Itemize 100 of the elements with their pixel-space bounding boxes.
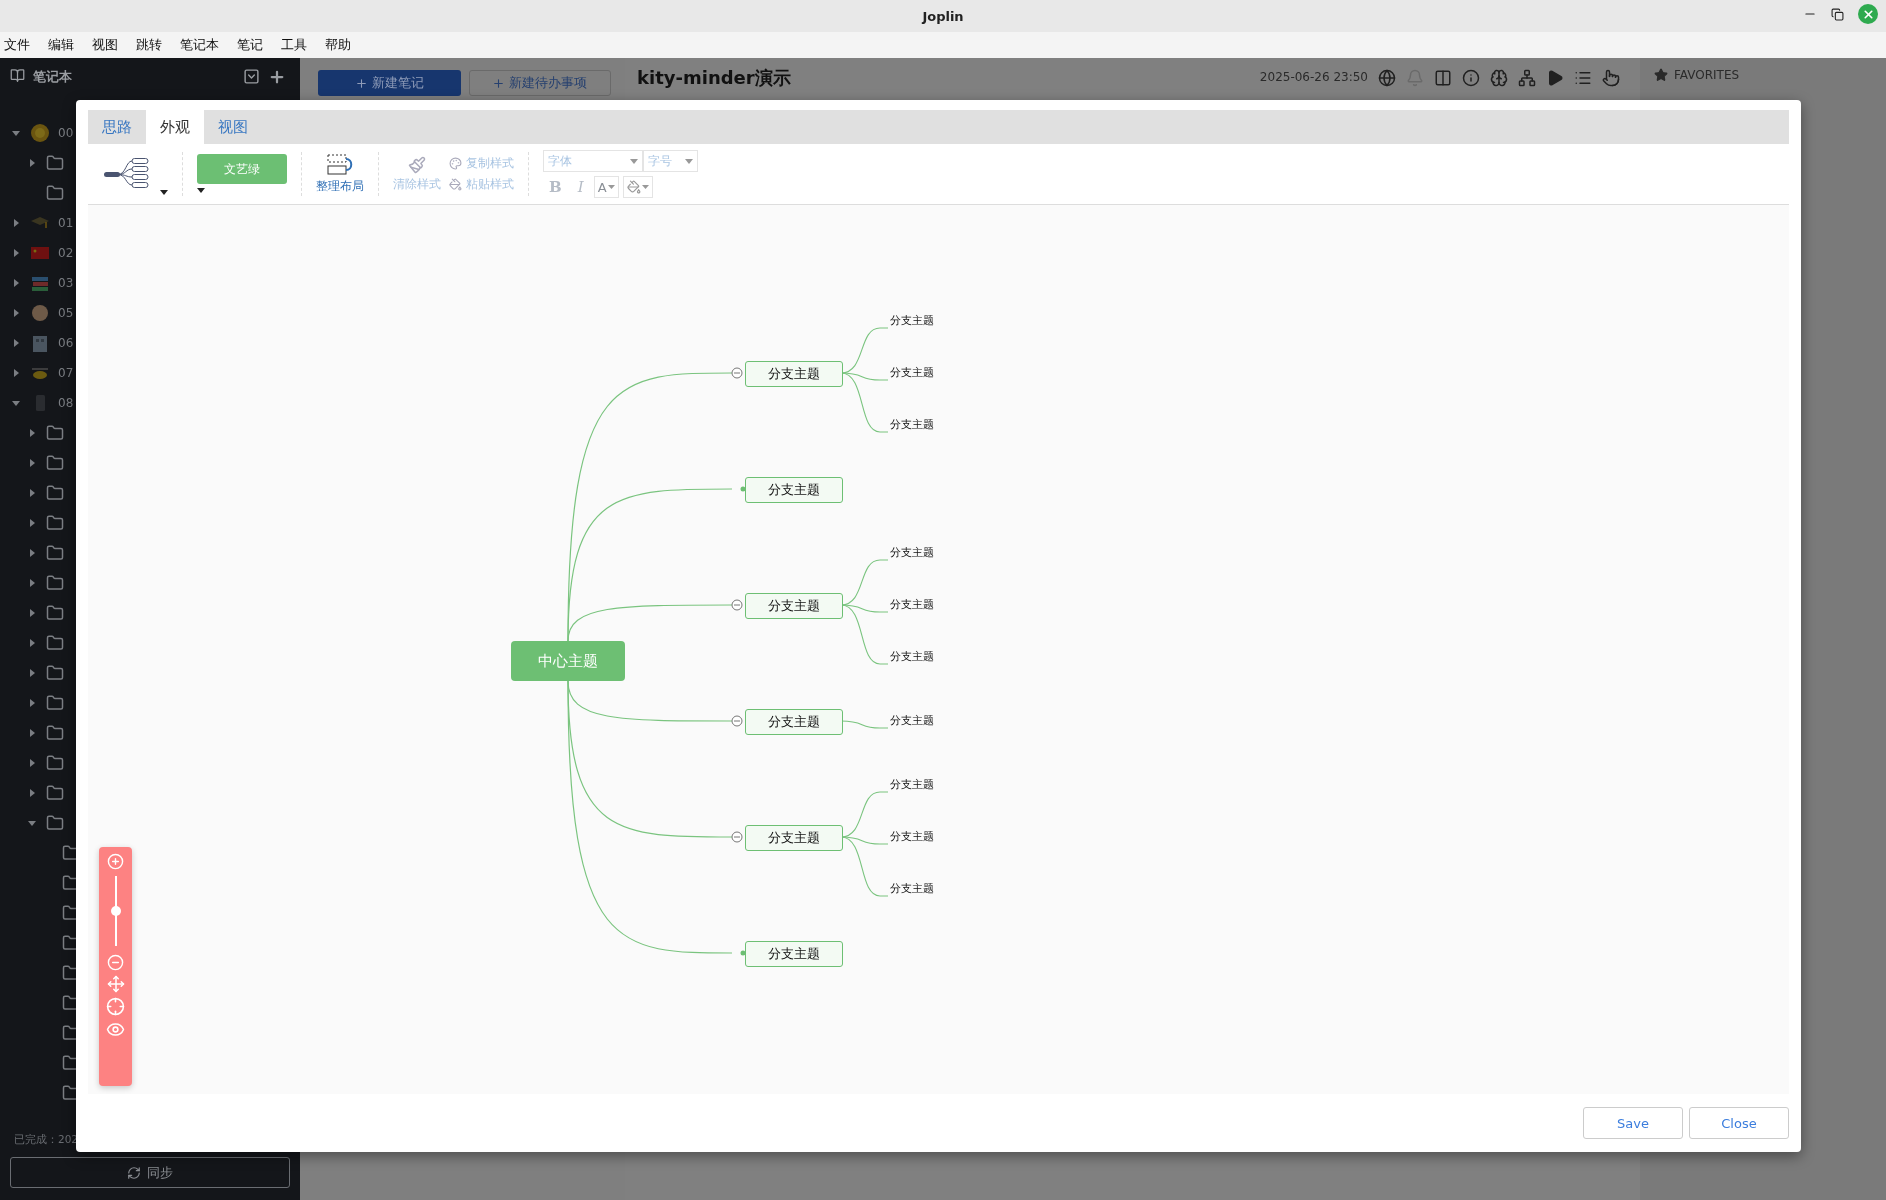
eye-icon[interactable]	[106, 1020, 125, 1039]
structure-icon[interactable]	[102, 157, 152, 191]
globe-icon[interactable]	[1378, 69, 1396, 87]
folder-icon	[46, 184, 64, 202]
collapse-icon[interactable]	[731, 367, 743, 379]
play-icon[interactable]	[1546, 69, 1564, 87]
subtopic-label[interactable]: 分支主题	[890, 830, 934, 844]
caret-down-icon[interactable]	[160, 190, 168, 196]
notebook-icon	[10, 68, 25, 83]
collapse-icon[interactable]	[731, 831, 743, 843]
pointer-icon[interactable]	[1602, 69, 1620, 87]
subtopic-label[interactable]: 分支主题	[890, 598, 934, 612]
fill-color-button[interactable]	[622, 176, 653, 198]
note-title: kity-minder演示	[637, 66, 792, 90]
subtopic-label[interactable]: 分支主题	[890, 366, 934, 380]
slider-thumb[interactable]	[110, 906, 121, 916]
close-button[interactable]	[1858, 4, 1878, 24]
paint-bucket-icon	[626, 180, 641, 194]
notebook-label[interactable]: 05	[58, 306, 74, 320]
restore-icon[interactable]	[1831, 7, 1844, 21]
topic-node[interactable]: 分支主题	[745, 709, 843, 735]
plus-icon	[492, 76, 506, 90]
folder-icon	[46, 454, 64, 472]
folder-icon	[46, 424, 64, 442]
subtopic-label[interactable]: 分支主题	[890, 314, 934, 328]
arrange-layout-button[interactable]: 整理布局	[316, 153, 364, 195]
folder-icon	[46, 814, 64, 832]
locate-icon[interactable]	[106, 997, 125, 1016]
notebook-label[interactable]: 07	[58, 366, 74, 380]
menu-item[interactable]: 文件	[4, 36, 30, 54]
hierarchy-icon[interactable]	[1518, 69, 1536, 87]
caret-down-icon	[607, 185, 615, 189]
zoom-in-icon[interactable]	[107, 853, 124, 870]
tab[interactable]: 思路	[88, 110, 146, 144]
folder-icon	[46, 154, 64, 172]
notebook-label[interactable]: 00	[58, 126, 74, 140]
subtopic-label[interactable]: 分支主题	[890, 546, 934, 560]
folder-icon	[46, 574, 64, 592]
subtopic-label[interactable]: 分支主题	[890, 778, 934, 792]
tab[interactable]: 视图	[204, 110, 262, 144]
tab[interactable]: 外观	[146, 110, 204, 144]
topic-node[interactable]: 分支主题	[745, 825, 843, 851]
menu-item[interactable]: 跳转	[136, 36, 162, 54]
zoom-out-icon[interactable]	[107, 954, 124, 971]
paint-bucket-icon	[449, 178, 462, 191]
folder-icon	[46, 484, 64, 502]
star-icon	[1654, 68, 1668, 82]
collapse-icon[interactable]	[731, 715, 743, 727]
topic-node[interactable]: 分支主题	[745, 477, 843, 503]
subtopic-label[interactable]: 分支主题	[890, 714, 934, 728]
add-icon[interactable]	[268, 68, 286, 86]
building-icon	[30, 333, 50, 353]
collapse-icon[interactable]	[731, 599, 743, 611]
subtopic-label[interactable]: 分支主题	[890, 882, 934, 896]
connector-dot	[740, 486, 746, 492]
sidebar-title: 笔记本	[33, 68, 73, 86]
notebook-label[interactable]: 02	[58, 246, 74, 260]
topic-node[interactable]: 分支主题	[745, 361, 843, 387]
brain-icon[interactable]	[1490, 69, 1508, 87]
font-color-button[interactable]: A	[593, 176, 619, 198]
info-icon[interactable]	[1462, 69, 1480, 87]
brush-icon	[408, 155, 426, 174]
notebook-label[interactable]: 03	[58, 276, 74, 290]
palette-icon	[449, 157, 462, 170]
avatar-icon	[30, 303, 50, 323]
folder-icon	[46, 664, 64, 682]
folder-icon	[46, 784, 64, 802]
topic-node[interactable]: 分支主题	[745, 593, 843, 619]
save-button[interactable]: Save	[1583, 1107, 1683, 1139]
close-button[interactable]: Close	[1689, 1107, 1789, 1139]
caret-down-icon[interactable]	[197, 188, 205, 194]
topic-node[interactable]: 分支主题	[745, 941, 843, 967]
connector-dot	[740, 950, 746, 956]
dropdown-icon[interactable]	[243, 68, 260, 85]
notebook-label[interactable]: 08	[58, 396, 74, 410]
folder-icon	[46, 634, 64, 652]
new-note-button[interactable]: 新建笔记	[318, 70, 461, 96]
sync-button[interactable]: 同步	[10, 1157, 290, 1188]
refresh-icon	[127, 1165, 141, 1180]
window-title: Joplin	[922, 8, 964, 24]
subtopic-label[interactable]: 分支主题	[890, 650, 934, 664]
menu-item[interactable]: 视图	[92, 36, 118, 54]
menu-item[interactable]: 工具	[281, 36, 307, 54]
subtopic-label[interactable]: 分支主题	[890, 418, 934, 432]
notebook-label[interactable]: 06	[58, 336, 74, 350]
plus-icon	[354, 76, 368, 90]
notebook-label[interactable]: 01	[58, 216, 74, 230]
connector-line	[840, 720, 889, 729]
folder-icon	[46, 724, 64, 742]
note-date: 2025-06-26 23:50	[1259, 70, 1368, 84]
folder-icon	[46, 604, 64, 622]
list-icon[interactable]	[1574, 69, 1592, 87]
menu-item[interactable]: 帮助	[325, 36, 351, 54]
menu-item[interactable]: 笔记	[237, 36, 263, 54]
columns-icon[interactable]	[1434, 69, 1452, 87]
folder-icon	[46, 544, 64, 562]
layout-icon	[327, 153, 353, 176]
menu-item[interactable]: 笔记本	[180, 36, 219, 54]
favorites-heading: FAVORITES	[1674, 68, 1740, 82]
menu-item[interactable]: 编辑	[48, 36, 74, 54]
